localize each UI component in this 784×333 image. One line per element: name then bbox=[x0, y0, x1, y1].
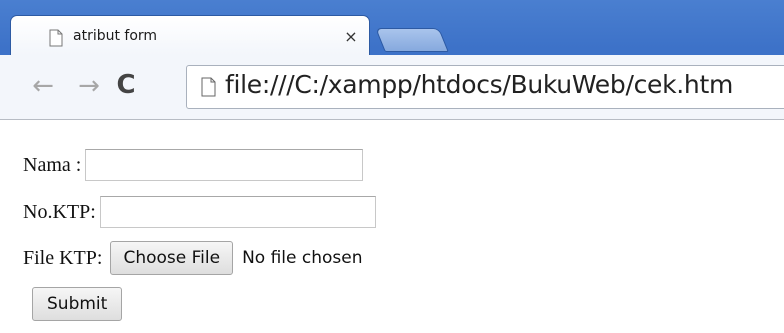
file-label: File KTP: bbox=[23, 246, 103, 269]
page-icon bbox=[49, 29, 63, 47]
tab-title: atribut form bbox=[73, 28, 158, 44]
submit-row: Submit bbox=[32, 284, 123, 324]
reload-icon[interactable]: C bbox=[113, 72, 139, 98]
file-row: File KTP: Choose File No file chosen bbox=[23, 238, 363, 278]
browser-tab[interactable]: atribut form × bbox=[10, 15, 370, 55]
ktp-row: No.KTP: bbox=[23, 192, 376, 232]
page-content: Nama : No.KTP: File KTP: Choose File No … bbox=[0, 120, 784, 333]
choose-file-button[interactable]: Choose File bbox=[110, 241, 234, 275]
file-status: No file chosen bbox=[242, 248, 363, 268]
browser-toolbar: ← → C file:///C:/xampp/htdocs/BukuWeb/ce… bbox=[0, 55, 784, 120]
forward-arrow-icon[interactable]: → bbox=[76, 73, 102, 99]
submit-button[interactable]: Submit bbox=[32, 287, 123, 321]
address-bar[interactable]: file:///C:/xampp/htdocs/BukuWeb/cek.htm bbox=[186, 65, 784, 109]
ktp-input[interactable] bbox=[99, 196, 376, 228]
address-url[interactable]: file:///C:/xampp/htdocs/BukuWeb/cek.htm bbox=[225, 70, 733, 99]
close-icon[interactable]: × bbox=[341, 27, 361, 47]
nama-label: Nama : bbox=[23, 153, 82, 176]
nama-row: Nama : bbox=[23, 145, 364, 185]
ktp-label: No.KTP: bbox=[23, 200, 96, 223]
back-arrow-icon[interactable]: ← bbox=[30, 73, 56, 99]
nama-input[interactable] bbox=[85, 149, 364, 181]
page-icon bbox=[201, 77, 216, 97]
new-tab-button[interactable] bbox=[375, 28, 449, 52]
